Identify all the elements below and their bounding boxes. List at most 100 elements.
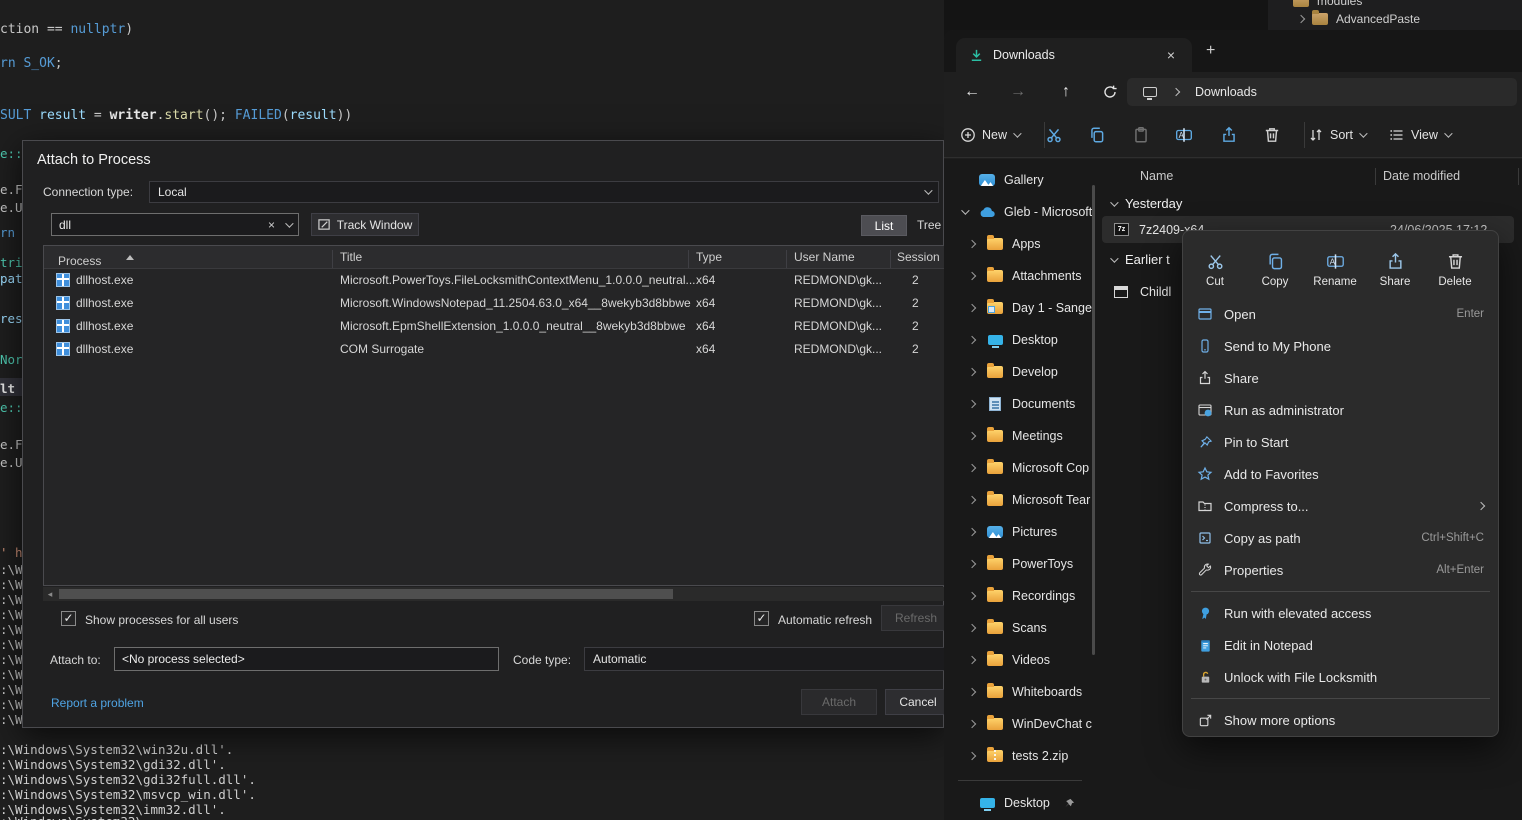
- attach-to-field[interactable]: <No process selected>: [114, 647, 499, 671]
- sort-button[interactable]: Sort: [1308, 112, 1365, 158]
- tab-downloads[interactable]: Downloads ×: [956, 38, 1192, 72]
- share-button[interactable]: [1220, 112, 1238, 158]
- group-earlier[interactable]: Earlier t: [1110, 252, 1170, 267]
- sidebar-item-windevchat[interactable]: WinDevChat c: [944, 708, 1094, 740]
- delete-button[interactable]: [1263, 112, 1281, 158]
- chevron-right-icon[interactable]: [966, 561, 978, 567]
- breadcrumb-location[interactable]: Downloads: [1195, 85, 1257, 99]
- sidebar-item-develop[interactable]: Develop: [944, 356, 1094, 388]
- chevron-right-icon[interactable]: [966, 369, 978, 375]
- menu-item-copy-as-path[interactable]: Copy as path Ctrl+Shift+C: [1183, 522, 1498, 554]
- menu-item-share[interactable]: Share: [1183, 362, 1498, 394]
- name-column-header[interactable]: Name: [1140, 169, 1173, 183]
- group-yesterday[interactable]: Yesterday: [1110, 196, 1182, 211]
- up-icon[interactable]: ↑: [1054, 83, 1078, 101]
- menu-item-send-to-phone[interactable]: Send to My Phone: [1183, 330, 1498, 362]
- sidebar-item-microsoft-tear[interactable]: Microsoft Tear: [944, 484, 1094, 516]
- process-row[interactable]: dllhost.exe Microsoft.EpmShellExtension_…: [44, 315, 944, 338]
- sidebar-item-tests-zip[interactable]: tests 2.zip: [944, 740, 1094, 772]
- this-pc-icon[interactable]: [1143, 87, 1157, 97]
- menu-item-run-as-administrator[interactable]: Run as administrator: [1183, 394, 1498, 426]
- sidebar-item-onedrive[interactable]: Gleb - Microsoft: [944, 196, 1094, 228]
- address-bar[interactable]: Downloads: [1127, 78, 1517, 106]
- process-row[interactable]: dllhost.exe Microsoft.WindowsNotepad_11.…: [44, 292, 944, 315]
- back-icon[interactable]: ←: [960, 83, 984, 101]
- chevron-down-icon[interactable]: [958, 209, 970, 215]
- chevron-right-icon[interactable]: [966, 273, 978, 279]
- column-divider[interactable]: [1518, 168, 1519, 185]
- cancel-button[interactable]: Cancel: [885, 689, 944, 715]
- chevron-right-icon[interactable]: [966, 433, 978, 439]
- process-row[interactable]: dllhost.exe Microsoft.PowerToys.FileLock…: [44, 269, 944, 292]
- menu-item-open[interactable]: Open Enter: [1183, 298, 1498, 330]
- chevron-right-icon[interactable]: [966, 689, 978, 695]
- chevron-right-icon[interactable]: [966, 753, 978, 759]
- quick-share-button[interactable]: Share: [1365, 243, 1425, 297]
- auto-refresh-checkbox[interactable]: ✓: [754, 611, 769, 626]
- tree-item-advancedpaste[interactable]: AdvancedPaste: [1298, 9, 1420, 29]
- chevron-right-icon[interactable]: [1297, 15, 1305, 23]
- sidebar-item-powertoys[interactable]: PowerToys: [944, 548, 1094, 580]
- list-toggle-button[interactable]: List: [861, 215, 907, 236]
- sidebar-item-recordings[interactable]: Recordings: [944, 580, 1094, 612]
- chevron-right-icon[interactable]: [966, 721, 978, 727]
- new-button[interactable]: New: [960, 112, 1019, 158]
- col-title[interactable]: Title: [340, 250, 362, 264]
- quick-delete-button[interactable]: Delete: [1425, 243, 1485, 297]
- sidebar-item-attachments[interactable]: Attachments: [944, 260, 1094, 292]
- refresh-icon[interactable]: [1102, 84, 1126, 100]
- quick-rename-button[interactable]: A Rename: [1305, 243, 1365, 297]
- chevron-right-icon[interactable]: [966, 305, 978, 311]
- sidebar-scrollbar[interactable]: [1092, 185, 1095, 655]
- chevron-right-icon[interactable]: [966, 593, 978, 599]
- quick-copy-button[interactable]: Copy: [1245, 243, 1305, 297]
- menu-item-properties[interactable]: Properties Alt+Enter: [1183, 554, 1498, 586]
- tree-toggle-button[interactable]: Tree: [917, 218, 941, 232]
- attach-button[interactable]: Attach: [801, 689, 877, 715]
- menu-item-add-to-favorites[interactable]: Add to Favorites: [1183, 458, 1498, 490]
- chevron-down-icon[interactable]: [285, 219, 293, 227]
- horizontal-scrollbar[interactable]: ◂: [43, 587, 944, 601]
- process-filter-input[interactable]: dll ×: [51, 213, 299, 236]
- col-user[interactable]: User Name: [794, 250, 855, 264]
- sidebar-item-documents[interactable]: Documents: [944, 388, 1094, 420]
- col-session[interactable]: Session: [897, 250, 940, 264]
- menu-item-compress-to[interactable]: Compress to...: [1183, 490, 1498, 522]
- chevron-right-icon[interactable]: [966, 625, 978, 631]
- connection-type-dropdown[interactable]: Local: [149, 181, 939, 203]
- scroll-left-icon[interactable]: ◂: [43, 589, 57, 600]
- col-type[interactable]: Type: [696, 250, 722, 264]
- chevron-down-icon[interactable]: [1110, 254, 1118, 262]
- sidebar-item-meetings[interactable]: Meetings: [944, 420, 1094, 452]
- paste-button[interactable]: [1132, 112, 1150, 158]
- menu-item-edit-in-notepad[interactable]: Edit in Notepad: [1183, 629, 1498, 661]
- view-button[interactable]: View: [1389, 112, 1450, 158]
- menu-item-pin-to-start[interactable]: Pin to Start: [1183, 426, 1498, 458]
- chevron-right-icon[interactable]: [966, 529, 978, 535]
- sidebar-item-microsoft-cop[interactable]: Microsoft Cop: [944, 452, 1094, 484]
- sidebar-item-desktop[interactable]: Desktop: [944, 324, 1094, 356]
- chevron-right-icon[interactable]: [966, 401, 978, 407]
- code-type-dropdown[interactable]: Automatic: [584, 647, 944, 671]
- menu-item-run-with-elevated-access[interactable]: Run with elevated access: [1183, 597, 1498, 629]
- chevron-right-icon[interactable]: [966, 497, 978, 503]
- chevron-right-icon[interactable]: [966, 241, 978, 247]
- menu-item-show-more-options[interactable]: Show more options: [1183, 704, 1498, 736]
- refresh-button[interactable]: Refresh: [881, 605, 944, 631]
- tab-close-icon[interactable]: ×: [1162, 47, 1180, 63]
- sidebar-item-gallery[interactable]: Gallery: [944, 164, 1094, 196]
- copy-button[interactable]: [1088, 112, 1106, 158]
- date-column-header[interactable]: Date modified: [1383, 169, 1460, 183]
- sidebar-item-scans[interactable]: Scans: [944, 612, 1094, 644]
- cut-button[interactable]: [1045, 112, 1063, 158]
- show-processes-checkbox[interactable]: ✓: [61, 611, 76, 626]
- process-row[interactable]: dllhost.exe COM Surrogate x64 REDMOND\gk…: [44, 338, 944, 361]
- sidebar-item-day1[interactable]: Day 1 - Sangee: [944, 292, 1094, 324]
- clear-icon[interactable]: ×: [268, 218, 275, 232]
- sidebar-item-videos[interactable]: Videos: [944, 644, 1094, 676]
- chevron-right-icon[interactable]: [966, 337, 978, 343]
- forward-icon[interactable]: →: [1006, 83, 1030, 101]
- new-tab-icon[interactable]: +: [1206, 42, 1215, 60]
- chevron-right-icon[interactable]: [966, 465, 978, 471]
- sidebar-item-apps[interactable]: Apps: [944, 228, 1094, 260]
